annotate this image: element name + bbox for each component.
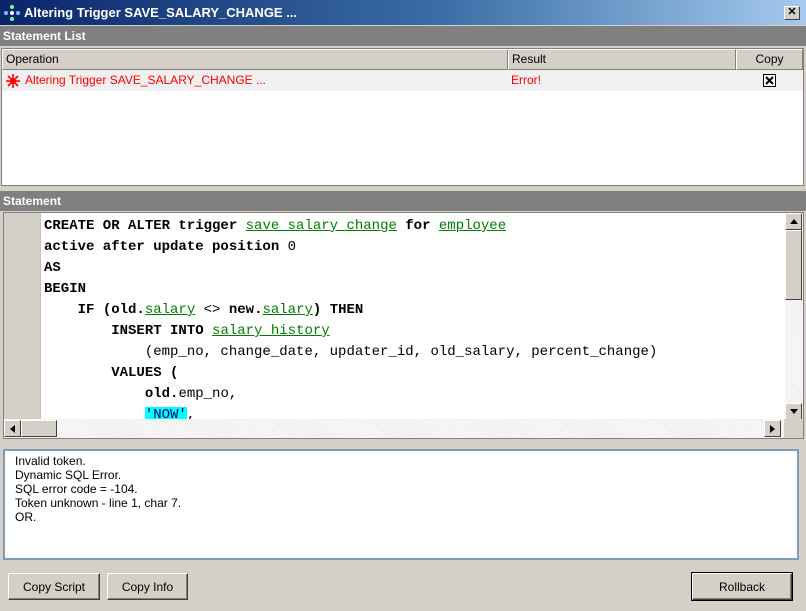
sql-keyword: for <box>396 218 439 234</box>
copy-checkbox[interactable] <box>763 74 776 87</box>
scroll-up-button[interactable] <box>785 213 802 230</box>
error-messages[interactable]: Invalid token. Dynamic SQL Error. SQL er… <box>3 449 799 560</box>
sql-keyword: old. <box>111 302 145 318</box>
sql-editor[interactable]: CREATE OR ALTER trigger save salary chan… <box>3 212 804 439</box>
horizontal-scrollbar[interactable] <box>4 419 785 438</box>
title-bar: Altering Trigger SAVE_SALARY_CHANGE ... … <box>0 0 806 25</box>
sql-text: 0 <box>287 239 297 255</box>
code-line: IF (old.salary <> new.salary) THEN <box>44 300 780 321</box>
statement-header: Statement <box>0 191 806 211</box>
app-icon <box>4 4 20 21</box>
message-line: Invalid token. <box>15 454 86 468</box>
check-x-icon <box>765 76 774 85</box>
arrow-up-icon <box>789 219 798 224</box>
message-line: SQL error code = -104. <box>15 482 138 496</box>
column-header-operation[interactable]: Operation <box>2 49 508 70</box>
operation-text: Altering Trigger SAVE_SALARY_CHANGE ... <box>25 73 266 87</box>
sql-code[interactable]: CREATE OR ALTER trigger save salary chan… <box>44 216 780 420</box>
sql-keyword: AS <box>44 260 61 276</box>
window-title: Altering Trigger SAVE_SALARY_CHANGE ... <box>24 5 298 20</box>
column-header-result[interactable]: Result <box>508 49 736 70</box>
copy-script-button[interactable]: Copy Script <box>8 573 100 600</box>
operation-cell: Altering Trigger SAVE_SALARY_CHANGE ... <box>2 70 508 91</box>
scroll-corner <box>784 419 803 438</box>
sql-text: emp_no, <box>178 386 238 402</box>
sql-identifier: salary history <box>212 323 330 339</box>
scroll-left-button[interactable] <box>4 420 21 437</box>
statement-list: Operation Result Copy Altering Trigger S… <box>1 48 804 186</box>
message-line: Dynamic SQL Error. <box>15 468 122 482</box>
arrow-down-icon <box>789 409 798 414</box>
vertical-scrollbar[interactable] <box>785 213 803 420</box>
sql-keyword: BEGIN <box>44 281 87 297</box>
code-line: INSERT INTO salary history <box>44 321 780 342</box>
result-cell: Error! <box>511 73 541 87</box>
sql-keyword: IF ( <box>77 302 112 318</box>
sql-keyword: active after update position <box>44 239 288 255</box>
sql-keyword: ) THEN <box>312 302 364 318</box>
code-line: active after update position 0 <box>44 237 780 258</box>
scroll-down-button[interactable] <box>785 403 802 420</box>
horizontal-scroll-thumb[interactable] <box>21 420 57 437</box>
sql-keyword: old. <box>144 386 179 402</box>
column-header-copy[interactable]: Copy <box>736 49 803 70</box>
sql-keyword: new. <box>228 302 263 318</box>
sql-keyword: CREATE OR ALTER trigger <box>44 218 246 234</box>
code-line: old.emp_no, <box>44 384 780 405</box>
code-line: BEGIN <box>44 279 780 300</box>
message-line: Token unknown - line 1, char 7. <box>15 496 182 510</box>
statement-list-header: Statement List <box>0 26 806 46</box>
sql-identifier: salary <box>144 302 196 318</box>
code-line: VALUES ( <box>44 363 780 384</box>
close-button[interactable]: ✕ <box>784 5 800 20</box>
message-line: OR. <box>15 510 37 524</box>
scroll-right-button[interactable] <box>764 420 781 437</box>
rollback-button[interactable]: Rollback <box>691 572 793 601</box>
sql-keyword: VALUES ( <box>111 365 179 381</box>
arrow-left-icon <box>10 424 15 433</box>
error-icon <box>6 73 20 88</box>
list-header-row: Operation Result Copy <box>2 49 803 70</box>
sql-identifier: salary <box>262 302 313 318</box>
arrow-right-icon <box>770 424 775 433</box>
sql-text: <> <box>195 302 229 318</box>
editor-gutter <box>4 213 41 420</box>
code-line: 'NOW', <box>44 405 780 420</box>
copy-cell <box>736 70 803 91</box>
sql-keyword: INSERT INTO <box>111 323 213 339</box>
sql-identifier: save salary change <box>245 218 397 234</box>
code-line: AS <box>44 258 780 279</box>
sql-text: (emp_no, change_date, updater_id, old_sa… <box>44 344 658 360</box>
code-line: (emp_no, change_date, updater_id, old_sa… <box>44 342 780 363</box>
copy-info-button[interactable]: Copy Info <box>107 573 188 600</box>
close-icon: ✕ <box>787 5 797 18</box>
vertical-scroll-thumb[interactable] <box>785 230 802 300</box>
list-item[interactable]: Altering Trigger SAVE_SALARY_CHANGE ... … <box>2 70 803 91</box>
code-line: CREATE OR ALTER trigger save salary chan… <box>44 216 780 237</box>
sql-identifier: employee <box>438 218 507 234</box>
